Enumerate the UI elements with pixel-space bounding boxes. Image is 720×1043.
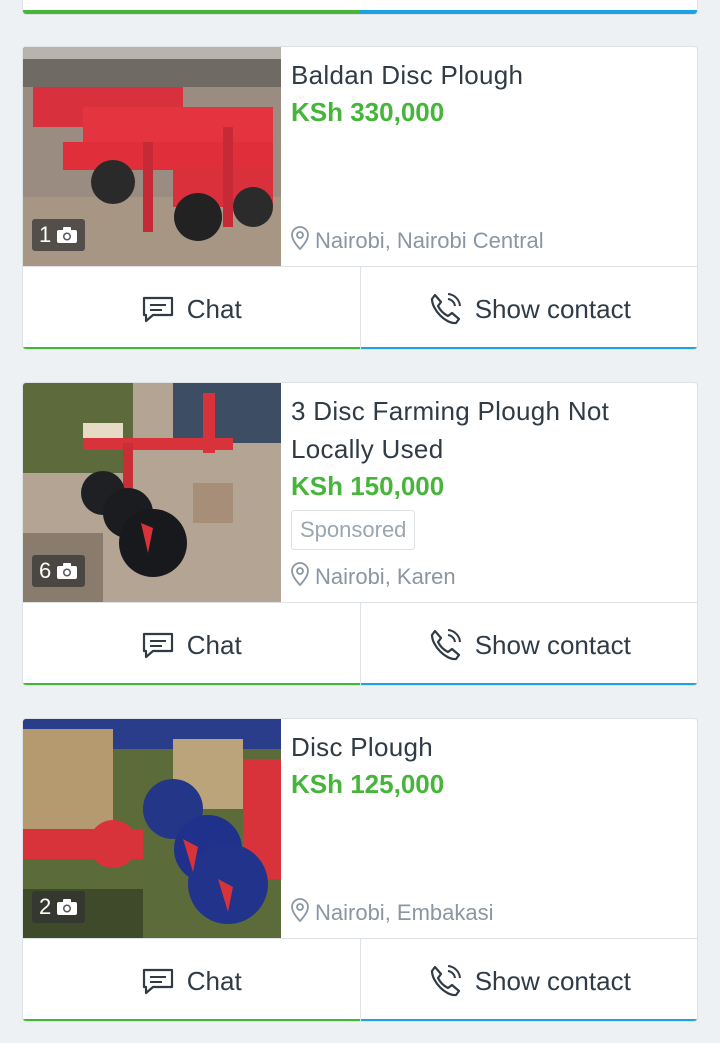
listing-actions: Chat Show contact [23, 267, 698, 349]
listing-location: Nairobi, Nairobi Central [291, 226, 544, 256]
listing-actions: Chat Show contact [23, 939, 698, 1021]
chat-button[interactable]: Chat [23, 603, 361, 685]
listing-body[interactable]: 6 3 Disc Farming Plough Not Locally Used… [23, 383, 697, 603]
listing-price: KSh 125,000 [291, 769, 445, 799]
camera-icon [56, 898, 78, 916]
chat-icon [141, 967, 175, 995]
listing-card[interactable]: 6 3 Disc Farming Plough Not Locally Used… [22, 382, 698, 686]
listing-image[interactable]: 2 [23, 719, 281, 938]
listing-card[interactable]: 1 Baldan Disc Plough KSh 330,000 Nairobi… [22, 46, 698, 350]
contact-underline [360, 10, 697, 14]
photo-count: 1 [39, 222, 52, 247]
listing-title[interactable]: 3 Disc Farming Plough Not Locally Used [291, 392, 689, 468]
listing-price: KSh 330,000 [291, 97, 445, 127]
listing-title[interactable]: Baldan Disc Plough [291, 56, 689, 94]
listing-location: Nairobi, Embakasi [291, 898, 494, 928]
listing-title[interactable]: Disc Plough [291, 728, 689, 766]
show-contact-label: Show contact [474, 965, 631, 996]
location-pin-icon [291, 226, 309, 256]
show-contact-button[interactable]: Show contact [360, 939, 698, 1021]
location-pin-icon [291, 562, 309, 592]
listing-location: Nairobi, Karen [291, 562, 456, 592]
chat-label: Chat [186, 629, 242, 660]
phone-icon [427, 627, 463, 663]
chat-icon [141, 631, 175, 659]
chat-icon [141, 295, 175, 323]
previous-listing-actions-stub [22, 0, 698, 15]
listing-actions: Chat Show contact [23, 603, 698, 685]
listing-image[interactable]: 6 [23, 383, 281, 602]
listing-image[interactable]: 1 [23, 47, 281, 266]
listing-info: 3 Disc Farming Plough Not Locally Used K… [291, 383, 689, 602]
listing-info: Disc Plough KSh 125,000 Nairobi, Embakas… [291, 719, 689, 938]
listing-body[interactable]: 2 Disc Plough KSh 125,000 Nairobi, Embak… [23, 719, 697, 939]
location-pin-icon [291, 898, 309, 928]
chat-button[interactable]: Chat [23, 939, 361, 1021]
listing-info: Baldan Disc Plough KSh 330,000 Nairobi, … [291, 47, 689, 266]
chat-label: Chat [186, 293, 242, 324]
photo-count-badge: 2 [32, 891, 86, 923]
show-contact-label: Show contact [474, 629, 631, 660]
listing-price: KSh 150,000 [291, 471, 445, 501]
show-contact-button[interactable]: Show contact [360, 603, 698, 685]
sponsored-badge: Sponsored [291, 510, 416, 550]
chat-underline [23, 10, 361, 14]
camera-icon [56, 562, 78, 580]
listing-body[interactable]: 1 Baldan Disc Plough KSh 330,000 Nairobi… [23, 47, 697, 267]
photo-count: 6 [39, 558, 52, 583]
chat-button[interactable]: Chat [23, 267, 361, 349]
listing-card[interactable]: 2 Disc Plough KSh 125,000 Nairobi, Embak… [22, 718, 698, 1022]
phone-icon [427, 291, 463, 327]
photo-count: 2 [39, 894, 52, 919]
camera-icon [56, 226, 78, 244]
phone-icon [427, 963, 463, 999]
photo-count-badge: 1 [32, 219, 86, 251]
location-text: Nairobi, Karen [315, 564, 456, 589]
show-contact-label: Show contact [474, 293, 631, 324]
location-text: Nairobi, Embakasi [315, 900, 494, 925]
show-contact-button[interactable]: Show contact [360, 267, 698, 349]
chat-label: Chat [186, 965, 242, 996]
location-text: Nairobi, Nairobi Central [315, 228, 544, 253]
photo-count-badge: 6 [32, 555, 86, 587]
